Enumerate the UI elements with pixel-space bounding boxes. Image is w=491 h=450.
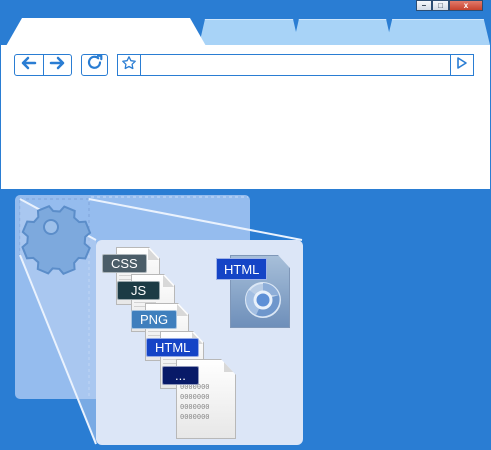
browser-logo-icon [245, 282, 281, 318]
html-document-label: HTML [216, 258, 268, 280]
binary-file: 0000000 0000000 0000000 0000000 ... [162, 359, 236, 439]
html-document: HTML [216, 255, 292, 328]
browser-window: – □ x HTML CSS JS PNG HTML 0000000 00000… [0, 0, 491, 450]
html-file-label: HTML [146, 338, 200, 357]
binary-content: 0000000 0000000 0000000 0000000 [180, 383, 210, 421]
png-file-label: PNG [131, 310, 178, 329]
illustration-layer [15, 195, 303, 445]
js-file-label: JS [117, 281, 161, 300]
css-file-label: CSS [102, 254, 147, 273]
binary-file-label: ... [162, 366, 199, 385]
